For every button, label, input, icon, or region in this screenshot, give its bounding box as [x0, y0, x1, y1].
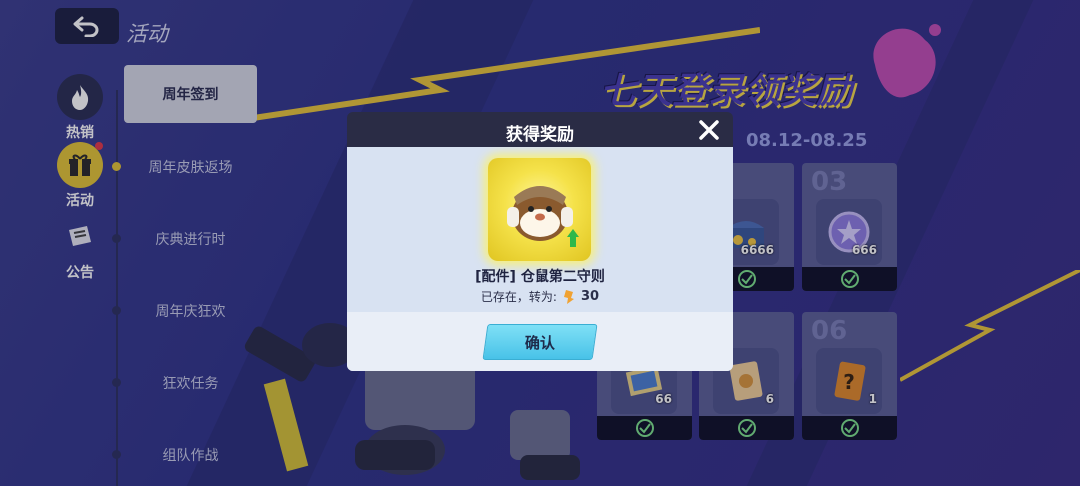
reward-dialog: [配件] 仓鼠第二守则 已存在，转为: 30 确认	[347, 147, 733, 371]
close-button[interactable]	[695, 116, 723, 144]
conversion-amount: 30	[580, 289, 600, 304]
reward-name: [配件] 仓鼠第二守则	[475, 269, 605, 285]
reward-display-area: [配件] 仓鼠第二守则 已存在，转为: 30	[347, 147, 733, 312]
fragment-icon	[563, 289, 574, 304]
close-icon	[699, 120, 719, 140]
conversion-label: 已存在，转为:	[480, 290, 557, 304]
confirm-button[interactable]: 确认	[482, 324, 598, 360]
confirm-label: 确认	[524, 333, 555, 352]
hamster-accessory-icon	[488, 158, 591, 261]
reward-conversion: 已存在，转为: 30	[347, 288, 733, 305]
reward-dialog-header: 获得奖励	[347, 112, 733, 148]
dialog-title: 获得奖励	[506, 125, 574, 145]
